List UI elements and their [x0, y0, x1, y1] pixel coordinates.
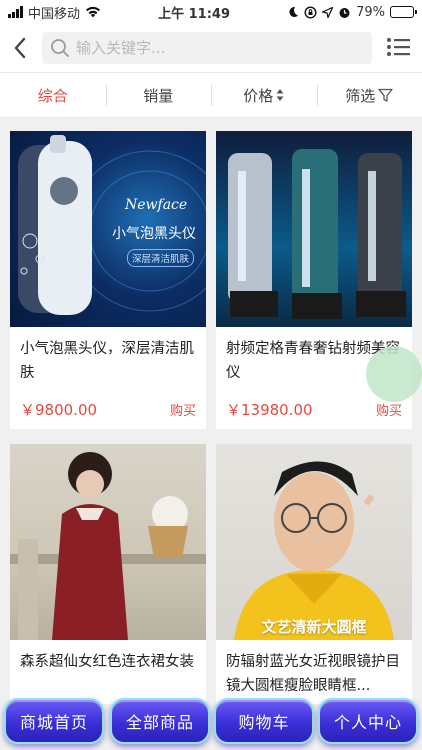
tab-label: 综合	[37, 86, 68, 105]
lock-rotation-icon	[304, 5, 317, 19]
button-label: 商城首页	[19, 713, 88, 732]
bottom-nav: 商城首页 全部商品 购物车 个人中心	[0, 696, 422, 750]
nav-bar	[0, 24, 422, 72]
battery-icon	[390, 6, 417, 18]
tab-label: 销量	[143, 86, 174, 105]
battery-percent: 79%	[356, 4, 385, 20]
image-title-text: 小气泡黑头仪	[112, 226, 196, 242]
chevron-left-icon	[14, 37, 26, 59]
signal-icon	[8, 6, 23, 18]
tab-label: 筛选	[345, 86, 376, 105]
search-input[interactable]	[76, 39, 356, 57]
buy-button[interactable]: 购买	[170, 400, 196, 419]
search-icon	[51, 39, 69, 57]
profile-button[interactable]: 个人中心	[318, 698, 418, 744]
button-label: 购物车	[238, 713, 290, 732]
product-image	[10, 444, 206, 640]
product-price: ￥9800.00	[20, 400, 98, 419]
image-subtitle-text: 深层清洁肌肤	[127, 249, 195, 267]
product-card[interactable]: 森系超仙女红色连衣裙女装	[10, 444, 206, 704]
status-time: 上午 11:49	[158, 6, 231, 22]
product-image	[216, 131, 412, 327]
product-price: ￥13980.00	[226, 400, 313, 419]
status-bar: 中国移动 上午 11:49 79%	[0, 0, 422, 24]
back-button[interactable]	[0, 24, 40, 72]
tab-label: 价格	[243, 86, 274, 105]
buy-button[interactable]: 购买	[376, 400, 402, 419]
tab-overall[interactable]: 综合	[0, 72, 106, 118]
status-left: 中国移动	[8, 3, 101, 22]
product-title[interactable]: 防辐射蓝光女近视眼镜护目镜大圆框瘦脸眼睛框...	[216, 640, 412, 702]
location-icon	[322, 6, 334, 18]
wifi-icon	[86, 6, 101, 18]
product-title[interactable]: 小气泡黑头仪，深层清洁肌肤	[10, 327, 206, 389]
button-label: 全部商品	[125, 713, 194, 732]
floating-assist-button[interactable]	[366, 346, 422, 402]
price-row: ￥9800.00 购买	[10, 389, 206, 429]
filter-tabs: 综合 销量 价格 筛选	[0, 72, 422, 118]
rf-beauty-device-illustration	[228, 149, 406, 319]
image-brand-text: Newface	[125, 197, 188, 213]
button-label: 个人中心	[333, 713, 402, 732]
product-card[interactable]: 文艺清新大圆框 防辐射蓝光女近视眼镜护目镜大圆框瘦脸眼睛框...	[216, 444, 412, 704]
cart-button[interactable]: 购物车	[214, 698, 314, 744]
product-title[interactable]: 森系超仙女红色连衣裙女装	[10, 640, 206, 702]
search-box[interactable]	[42, 32, 372, 64]
image-caption-text: 文艺清新大圆框	[261, 618, 367, 636]
list-menu-button[interactable]	[386, 36, 412, 60]
alarm-icon	[339, 7, 350, 18]
status-right: 79%	[287, 4, 417, 20]
list-icon	[387, 38, 410, 56]
all-products-button[interactable]: 全部商品	[110, 698, 210, 744]
product-image: 文艺清新大圆框	[216, 444, 412, 640]
product-image: Newface 小气泡黑头仪 深层清洁肌肤	[10, 131, 206, 327]
moon-icon	[289, 6, 299, 17]
red-dress-illustration	[10, 452, 206, 640]
product-card[interactable]: Newface 小气泡黑头仪 深层清洁肌肤 小气泡黑头仪，深层清洁肌肤 ￥980…	[10, 131, 206, 429]
sort-arrows-icon	[276, 89, 284, 101]
glasses-model-illustration	[234, 461, 394, 640]
tab-filter[interactable]: 筛选	[316, 72, 422, 118]
funnel-icon	[378, 88, 393, 102]
home-button[interactable]: 商城首页	[4, 698, 104, 744]
tab-sales[interactable]: 销量	[105, 72, 212, 118]
tab-price[interactable]: 价格	[211, 72, 317, 118]
carrier-label: 中国移动	[28, 6, 81, 22]
